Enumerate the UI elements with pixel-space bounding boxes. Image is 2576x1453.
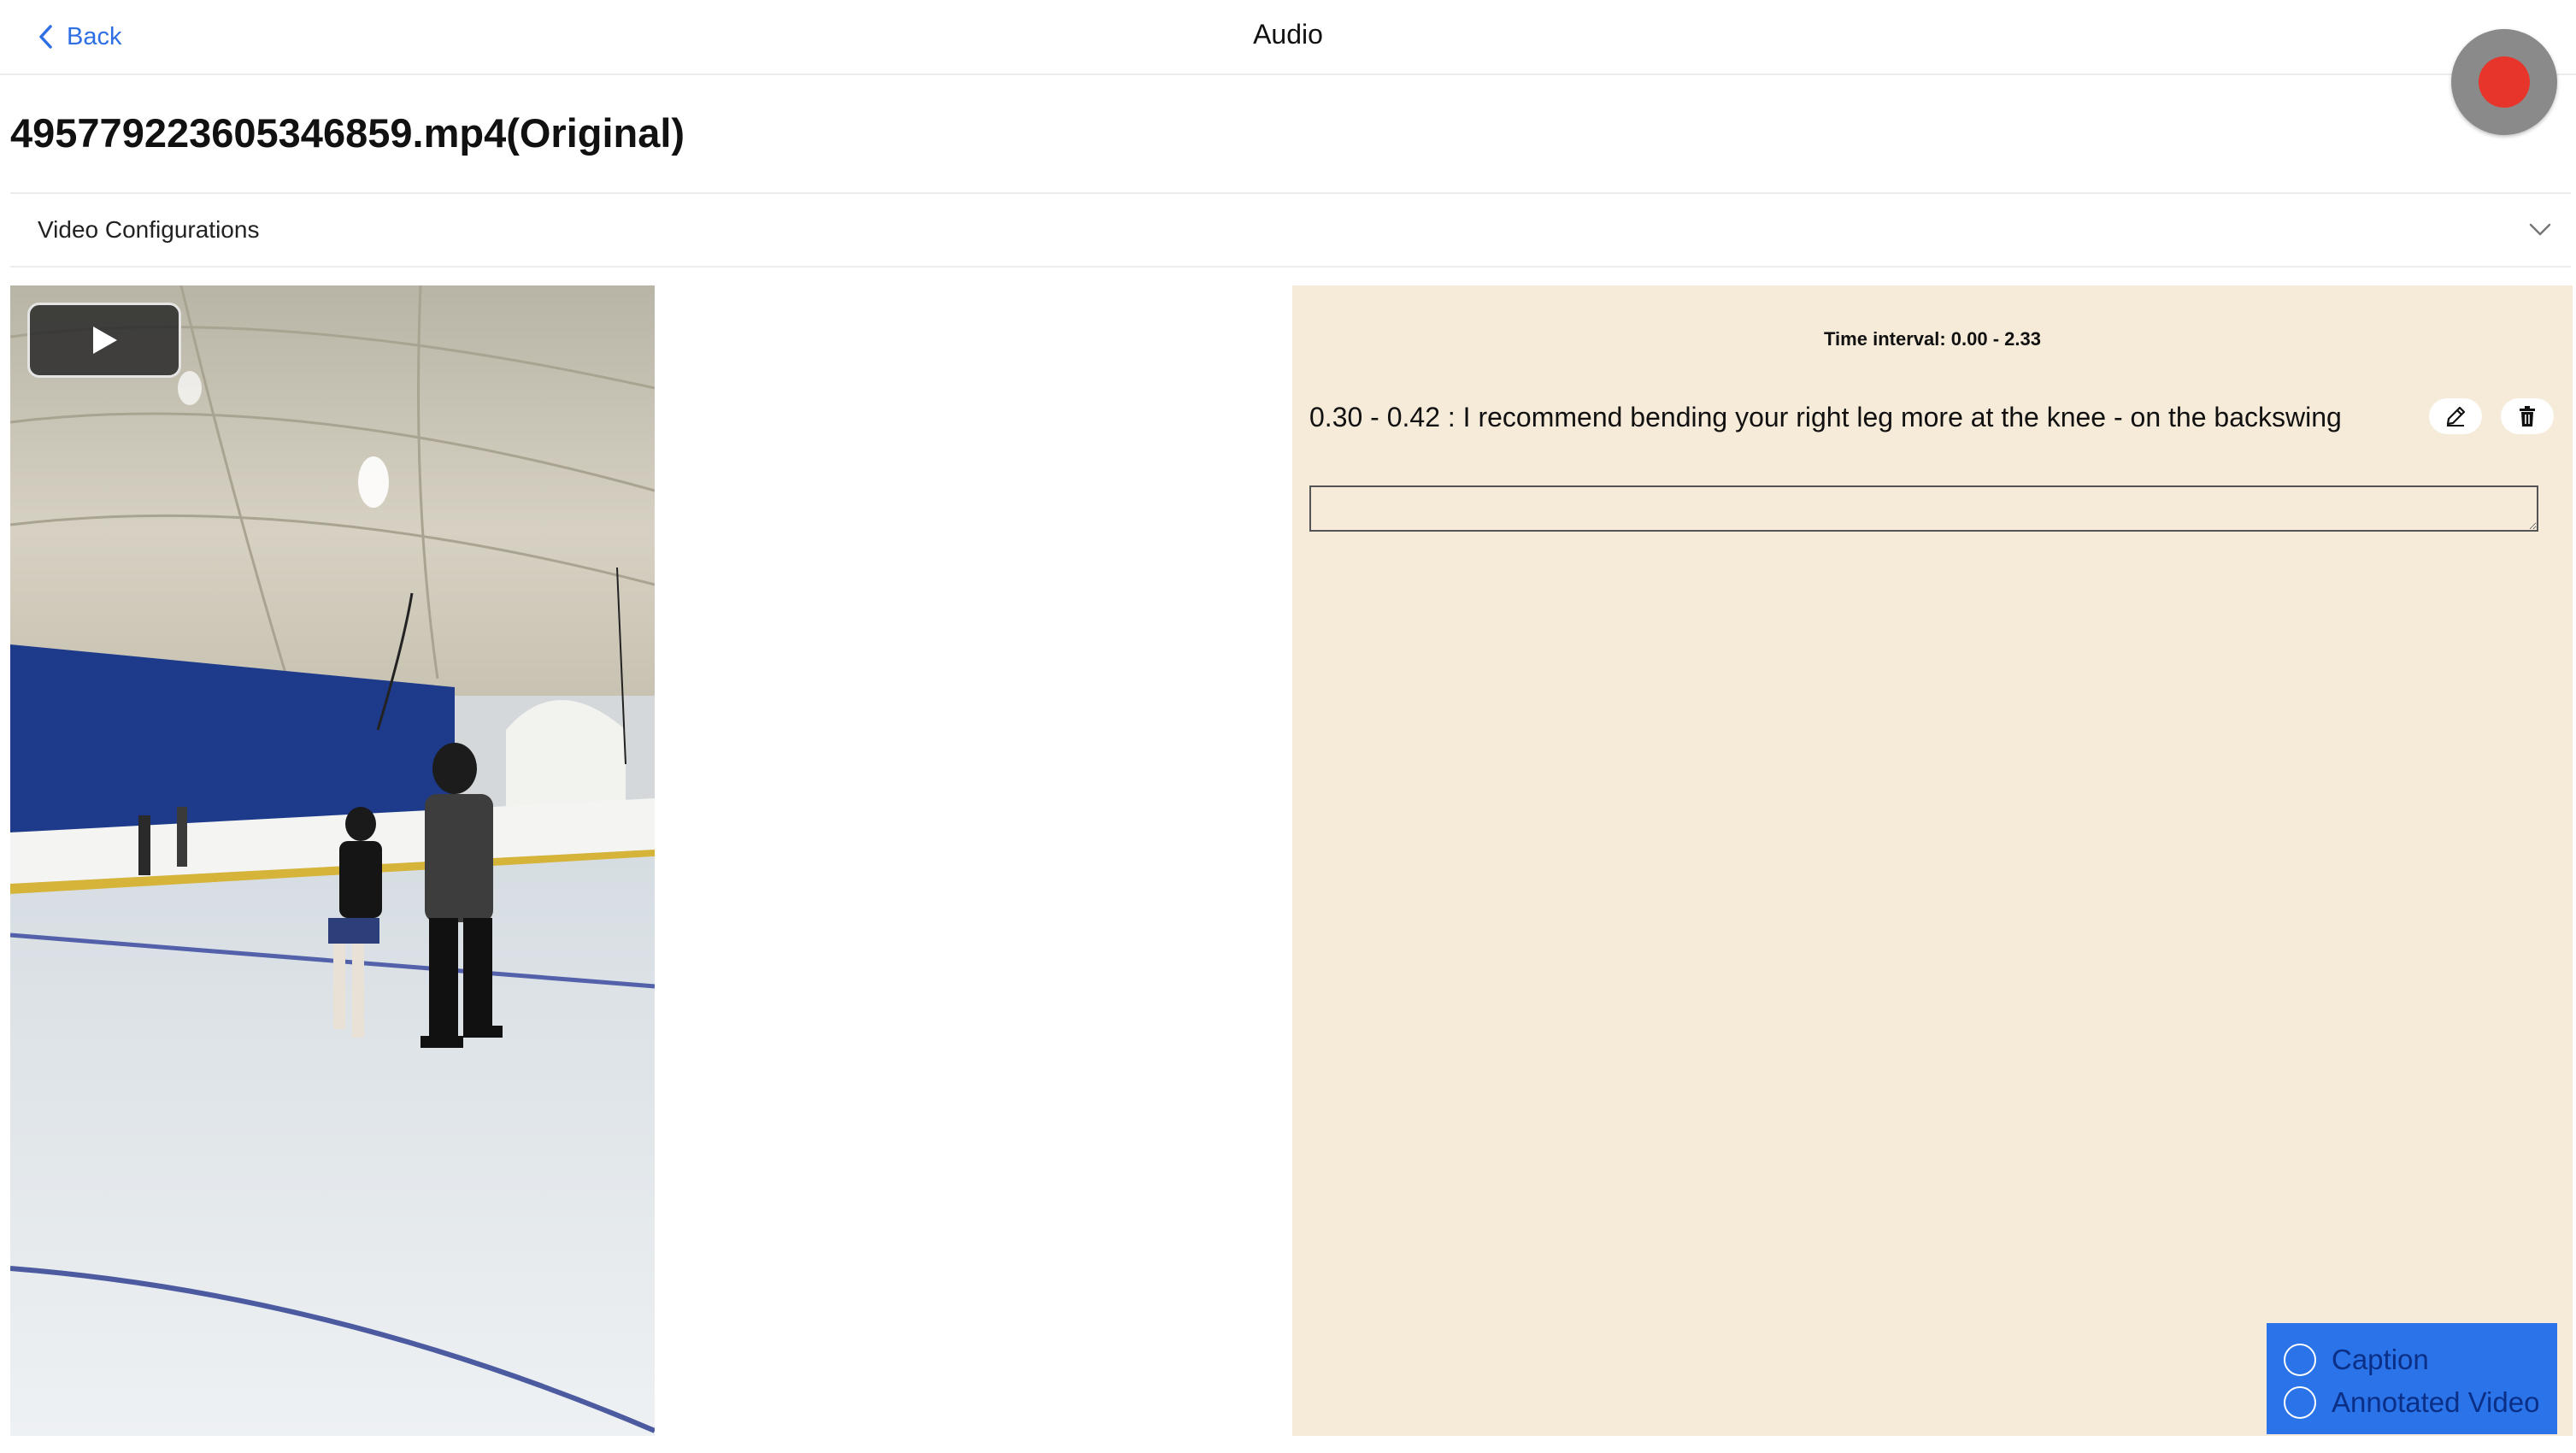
trash-icon [2520,406,2535,426]
option-caption[interactable]: Caption [2267,1338,2557,1381]
comment-text: 0.30 - 0.42 : I recommend bending your r… [1309,402,2342,432]
file-title: 495779223605346859.mp4(Original) [10,110,685,156]
output-options: Caption Annotated Video [2267,1323,2557,1434]
comment-input[interactable] [1309,485,2538,532]
play-button[interactable] [27,303,181,378]
video-player[interactable] [10,285,655,1436]
radio-circle-icon[interactable] [2284,1386,2316,1419]
play-icon [93,326,117,354]
pencil-icon [2446,406,2466,426]
record-icon [2479,56,2530,108]
nav-bar: Back Audio [0,0,2576,75]
edit-comment-button[interactable] [2429,398,2482,434]
video-configurations-label: Video Configurations [38,216,260,243]
video-configurations-toggle[interactable]: Video Configurations [10,192,2571,268]
delete-comment-button[interactable] [2501,398,2554,434]
record-button[interactable] [2451,29,2557,135]
chevron-down-icon [2529,223,2551,236]
time-interval: Time interval: 0.00 - 2.33 [1824,328,2041,350]
annotation-panel: Time interval: 0.00 - 2.33 0.30 - 0.42 :… [1292,285,2573,1436]
option-caption-label: Caption [2332,1344,2429,1375]
page-title: Audio [1253,19,1323,50]
option-annotated-video-label: Annotated Video [2332,1386,2540,1418]
video-frame-image [10,285,655,1436]
option-annotated-video[interactable]: Annotated Video [2267,1381,2557,1424]
radio-circle-icon[interactable] [2284,1344,2316,1376]
